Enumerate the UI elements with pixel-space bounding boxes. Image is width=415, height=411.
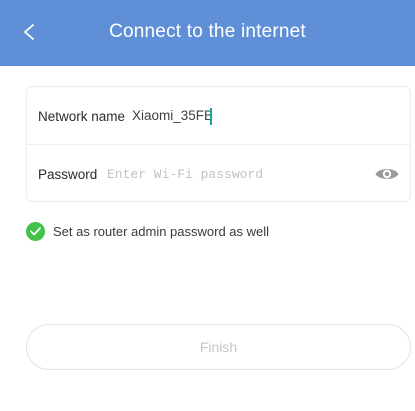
top-app-bar: Connect to the internet bbox=[0, 0, 415, 66]
check-icon bbox=[30, 227, 41, 236]
network-name-input[interactable]: Xiaomi_35FB bbox=[132, 108, 332, 126]
password-input[interactable] bbox=[107, 165, 367, 183]
text-cursor bbox=[210, 108, 212, 125]
eye-icon bbox=[375, 169, 399, 179]
finish-button[interactable]: Finish bbox=[26, 324, 411, 370]
admin-password-label: Set as router admin password as well bbox=[53, 224, 270, 239]
page-title: Connect to the internet bbox=[109, 21, 306, 42]
password-label: Password bbox=[38, 167, 98, 182]
checkbox-checked[interactable] bbox=[26, 222, 45, 241]
wifi-form-card: Network name Xiaomi_35FB Password bbox=[26, 86, 411, 202]
password-row: Password bbox=[27, 145, 410, 203]
show-password-toggle[interactable] bbox=[374, 164, 400, 184]
network-name-label: Network name bbox=[38, 109, 126, 124]
network-name-row: Network name Xiaomi_35FB bbox=[27, 87, 410, 145]
